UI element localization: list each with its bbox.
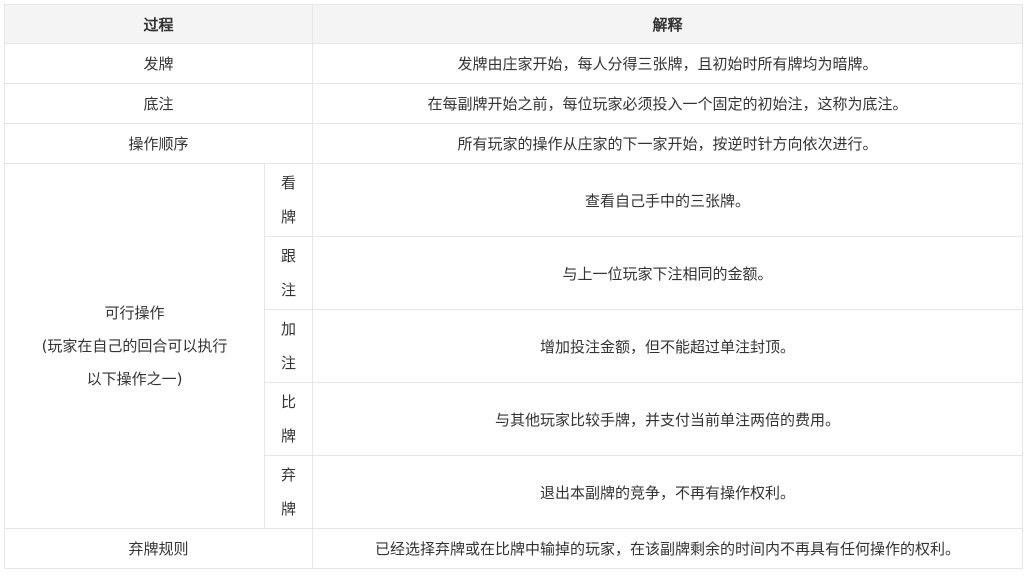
- action-char: 比: [281, 393, 297, 411]
- action-label: 加 注: [263, 309, 314, 383]
- table-row: 底注 在每副牌开始之前，每位玩家必须投入一个固定的初始注，这称为底注。: [3, 83, 1024, 124]
- row-label: 弃牌规则: [3, 528, 314, 569]
- action-description: 与其他玩家比较手牌，并支付当前单注两倍的费用。: [312, 382, 1024, 456]
- action-char: 牌: [281, 500, 297, 518]
- action-label: 弃 牌: [263, 455, 314, 529]
- table-header-row: 过程 解释: [3, 4, 1024, 44]
- row-description: 在每副牌开始之前，每位玩家必须投入一个固定的初始注，这称为底注。: [312, 83, 1024, 124]
- action-char: 弃: [281, 466, 297, 484]
- action-label: 看 牌: [263, 163, 314, 237]
- action-char: 加: [281, 320, 297, 338]
- table-row: 弃牌规则 已经选择弃牌或在比牌中输掉的玩家，在该副牌剩余的时间内不再具有任何操作…: [3, 528, 1024, 569]
- header-explanation: 解释: [312, 4, 1024, 44]
- row-description: 已经选择弃牌或在比牌中输掉的玩家，在该副牌剩余的时间内不再具有任何操作的权利。: [312, 528, 1024, 569]
- table-row: 操作顺序 所有玩家的操作从庄家的下一家开始，按逆时针方向依次进行。: [3, 123, 1024, 164]
- row-description: 所有玩家的操作从庄家的下一家开始，按逆时针方向依次进行。: [312, 123, 1024, 164]
- action-char: 牌: [281, 427, 297, 445]
- group-label-line: (玩家在自己的回合可以执行: [41, 336, 228, 355]
- action-char: 看: [281, 174, 297, 192]
- row-label: 发牌: [3, 43, 314, 84]
- group-label-line: 以下操作之一): [86, 369, 183, 388]
- action-description: 查看自己手中的三张牌。: [312, 163, 1024, 237]
- action-description: 与上一位玩家下注相同的金额。: [312, 236, 1024, 310]
- row-label: 操作顺序: [3, 123, 314, 164]
- action-description: 增加投注金额，但不能超过单注封顶。: [312, 309, 1024, 383]
- table-row: 发牌 发牌由庄家开始，每人分得三张牌，且初始时所有牌均为暗牌。: [3, 43, 1024, 84]
- action-description: 退出本副牌的竞争，不再有操作权利。: [312, 455, 1024, 529]
- group-label-line: 可行操作: [104, 303, 165, 322]
- action-label: 跟 注: [263, 236, 314, 310]
- group-label: 可行操作 (玩家在自己的回合可以执行 以下操作之一): [4, 163, 265, 529]
- row-label: 底注: [3, 83, 314, 124]
- row-description: 发牌由庄家开始，每人分得三张牌，且初始时所有牌均为暗牌。: [312, 43, 1024, 84]
- table-row: 可行操作 (玩家在自己的回合可以执行 以下操作之一) 看 牌 查看自己手中的三张…: [4, 163, 1024, 529]
- action-char: 注: [281, 281, 297, 299]
- action-char: 跟: [281, 247, 297, 265]
- action-label: 比 牌: [263, 382, 314, 456]
- action-char: 牌: [281, 208, 297, 226]
- action-char: 注: [281, 354, 297, 372]
- rules-table: 过程 解释 发牌 发牌由庄家开始，每人分得三张牌，且初始时所有牌均为暗牌。 底注…: [3, 4, 1024, 569]
- header-process: 过程: [3, 4, 314, 44]
